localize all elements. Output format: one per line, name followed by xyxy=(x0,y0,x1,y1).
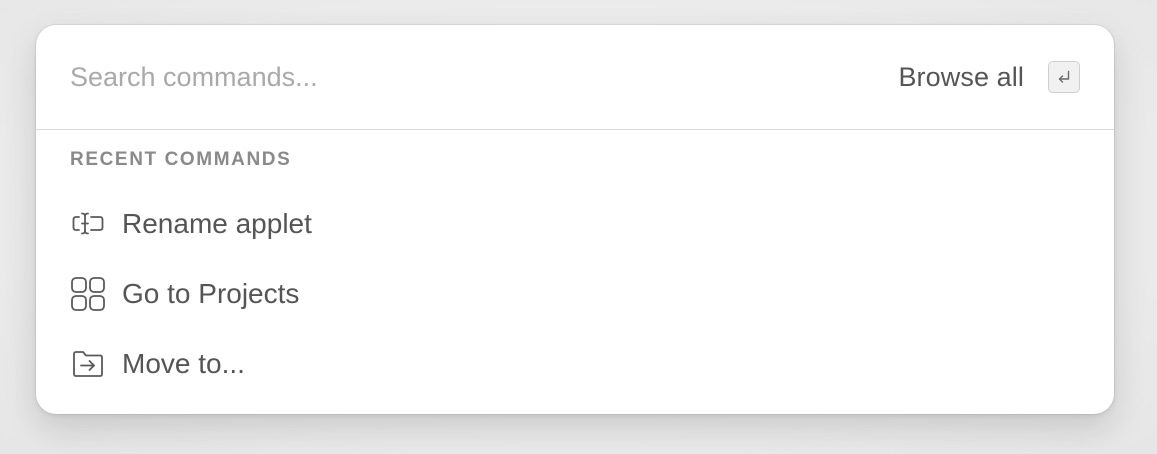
browse-all-label: Browse all xyxy=(898,61,1024,92)
command-item-rename-applet[interactable]: Rename applet xyxy=(36,189,1114,259)
command-label: Go to Projects xyxy=(122,278,300,309)
folder-arrow-icon xyxy=(70,346,106,382)
command-palette: Browse all RECENT COMMANDS Renam xyxy=(36,25,1114,414)
section-title-recent-commands: RECENT COMMANDS xyxy=(70,149,292,170)
command-item-go-to-projects[interactable]: Go to Projects xyxy=(36,259,1114,329)
browse-all-button[interactable]: Browse all xyxy=(898,60,1080,94)
rename-text-cursor-icon xyxy=(70,206,106,242)
grid-four-squares-icon xyxy=(70,276,106,312)
recent-commands-list: Rename applet Go to Projects Move to... xyxy=(36,189,1114,399)
command-item-move-to[interactable]: Move to... xyxy=(36,329,1114,399)
command-label: Move to... xyxy=(122,348,245,379)
command-label: Rename applet xyxy=(122,208,312,239)
search-row: Browse all xyxy=(36,25,1114,130)
search-input[interactable] xyxy=(70,55,770,99)
return-key-icon xyxy=(1048,61,1080,93)
